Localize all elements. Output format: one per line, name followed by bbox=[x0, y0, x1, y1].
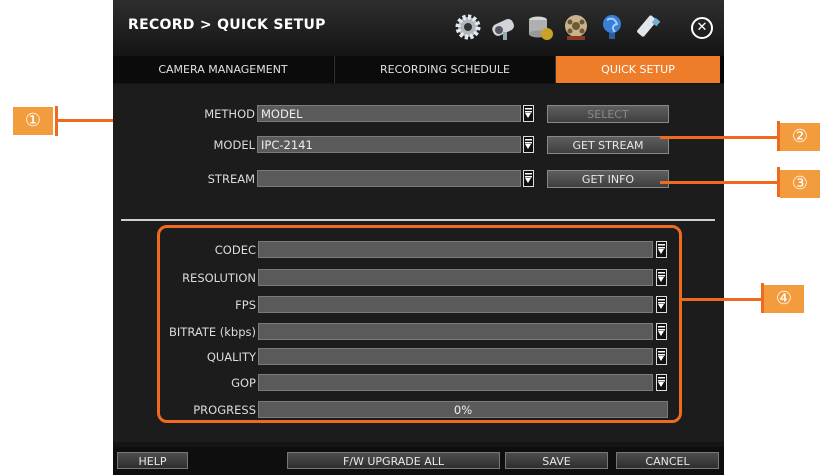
callout-1: ① bbox=[13, 107, 53, 135]
gear-icon[interactable] bbox=[453, 12, 483, 42]
callout-2-line bbox=[660, 136, 780, 139]
model-label: MODEL bbox=[213, 138, 255, 152]
callout-3-line bbox=[660, 181, 780, 184]
stream-select[interactable] bbox=[257, 170, 521, 187]
stream-dropdown-icon[interactable] bbox=[523, 170, 534, 187]
camera-icon[interactable] bbox=[489, 12, 519, 42]
model-select[interactable]: IPC-2141 bbox=[257, 136, 521, 153]
model-dropdown-icon[interactable] bbox=[523, 136, 534, 153]
network-icon[interactable] bbox=[597, 12, 627, 42]
get-stream-button[interactable]: GET STREAM bbox=[547, 136, 669, 154]
fw-upgrade-all-button[interactable]: F/W UPGRADE ALL bbox=[287, 452, 500, 469]
tab-recording-schedule[interactable]: RECORDING SCHEDULE bbox=[334, 56, 555, 83]
section-divider bbox=[121, 219, 715, 221]
callout-4-group-outline bbox=[157, 225, 682, 423]
save-button[interactable]: SAVE bbox=[505, 452, 608, 469]
method-select[interactable]: MODEL bbox=[257, 105, 521, 122]
tab-camera-management[interactable]: CAMERA MANAGEMENT bbox=[113, 56, 333, 83]
close-icon: ✕ bbox=[696, 20, 708, 35]
title-bar: RECORD > QUICK SETUP ✕ bbox=[113, 0, 724, 55]
callout-2: ② bbox=[780, 123, 820, 151]
method-label: METHOD bbox=[204, 107, 255, 121]
help-button[interactable]: HELP bbox=[117, 452, 188, 469]
tab-bar: CAMERA MANAGEMENT RECORDING SCHEDULE QUI… bbox=[113, 56, 724, 83]
select-button[interactable]: SELECT bbox=[547, 105, 669, 123]
usb-icon[interactable] bbox=[633, 12, 663, 42]
callout-3: ③ bbox=[780, 170, 820, 198]
callout-4-line bbox=[682, 298, 764, 301]
window-title: RECORD > QUICK SETUP bbox=[128, 17, 326, 33]
method-dropdown-icon[interactable] bbox=[523, 105, 534, 122]
cancel-button[interactable]: CANCEL bbox=[616, 452, 719, 469]
close-button[interactable]: ✕ bbox=[691, 17, 713, 39]
film-reel-icon[interactable] bbox=[561, 12, 591, 42]
storage-icon[interactable] bbox=[525, 12, 555, 42]
get-info-button[interactable]: GET INFO bbox=[547, 170, 669, 188]
callout-4: ④ bbox=[764, 285, 804, 313]
stream-label: STREAM bbox=[207, 172, 255, 186]
callout-1-bar bbox=[55, 106, 58, 136]
tab-quick-setup[interactable]: QUICK SETUP bbox=[555, 56, 720, 83]
